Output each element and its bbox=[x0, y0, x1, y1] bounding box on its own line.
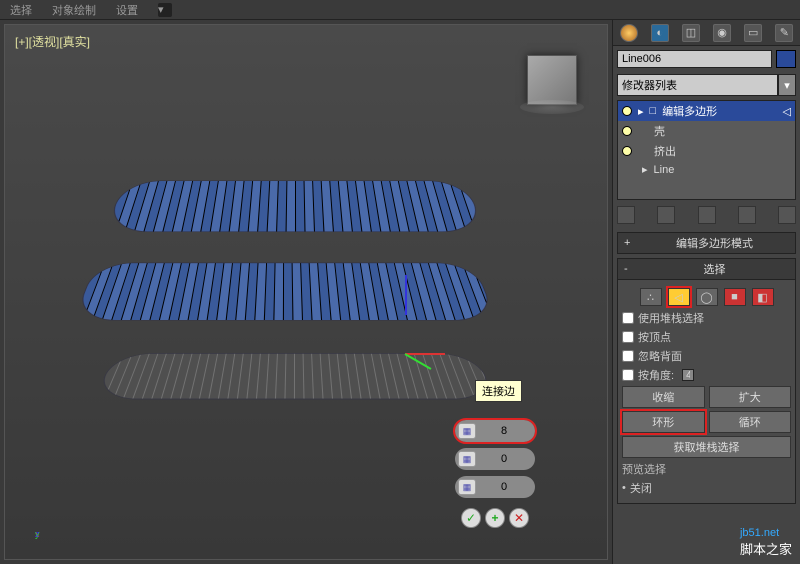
spinner-up-icon[interactable]: ▦ bbox=[458, 479, 476, 495]
display-tab-icon[interactable]: ▭ bbox=[744, 24, 762, 42]
eye-icon[interactable] bbox=[622, 146, 632, 156]
expand-icon[interactable]: ▸ bbox=[642, 163, 648, 176]
caddy-spinner-panel: ▦ 8 ▦ 0 ▦ 0 ✓ + ✕ bbox=[455, 420, 535, 528]
spinner-segments[interactable]: ▦ 8 bbox=[455, 420, 535, 442]
stack-item-extrude[interactable]: 挤出 bbox=[618, 141, 795, 161]
subobj-border[interactable]: ◯ bbox=[696, 288, 718, 306]
grow-button[interactable]: 扩大 bbox=[709, 386, 792, 408]
remove-modifier-icon[interactable] bbox=[738, 206, 756, 224]
stack-item-line[interactable]: ▸ Line bbox=[618, 161, 795, 178]
utilities-tab-icon[interactable]: ✎ bbox=[775, 24, 793, 42]
caddy-cancel-button[interactable]: ✕ bbox=[509, 508, 529, 528]
eye-icon[interactable] bbox=[622, 106, 632, 116]
object-color-swatch[interactable] bbox=[776, 50, 796, 68]
plus-icon: + bbox=[624, 237, 634, 249]
menu-objpaint[interactable]: 对象绘制 bbox=[52, 2, 96, 18]
subobj-element[interactable]: ◧ bbox=[752, 288, 774, 306]
subobj-edge[interactable]: ◁ bbox=[668, 288, 690, 306]
toolbar-dropdown-icon[interactable]: ▾ bbox=[158, 3, 172, 17]
pin-stack-icon[interactable] bbox=[617, 206, 635, 224]
create-tab-icon[interactable] bbox=[620, 24, 638, 42]
modify-tab-icon[interactable]: ◐ bbox=[651, 24, 669, 42]
transform-gizmo[interactable] bbox=[375, 325, 435, 385]
menubar: 选择 对象绘制 设置 ▾ bbox=[0, 0, 800, 20]
object-name-input[interactable] bbox=[617, 50, 772, 68]
check-use-stack[interactable] bbox=[622, 312, 634, 324]
expand-icon[interactable]: ▸ bbox=[638, 105, 644, 118]
make-unique-icon[interactable] bbox=[698, 206, 716, 224]
show-end-result-icon[interactable] bbox=[657, 206, 675, 224]
modifier-stack[interactable]: ▸ □ 编辑多边形 ◁ 壳 挤出 ▸ Li bbox=[617, 100, 796, 200]
spinner-value[interactable]: 8 bbox=[476, 425, 532, 437]
spinner-up-icon[interactable]: ▦ bbox=[458, 423, 476, 439]
menu-select[interactable]: 选择 bbox=[10, 2, 32, 18]
tooltip-connect-edges: 连接边 bbox=[475, 380, 522, 402]
axis-tripod: x y z bbox=[35, 499, 75, 539]
stack-item-editpoly[interactable]: ▸ □ 编辑多边形 ◁ bbox=[618, 101, 795, 121]
spinner-pinch[interactable]: ▦ 0 bbox=[455, 448, 535, 470]
check-ignore-back[interactable] bbox=[622, 350, 634, 362]
rollout-selection[interactable]: - 选择 bbox=[617, 258, 796, 280]
caddy-apply-button[interactable]: + bbox=[485, 508, 505, 528]
spinner-up-icon[interactable]: ▦ bbox=[458, 451, 476, 467]
viewcube[interactable] bbox=[527, 55, 577, 105]
caddy-ok-button[interactable]: ✓ bbox=[461, 508, 481, 528]
command-panel: ◐ ◫ ◉ ▭ ✎ 修改器列表 ▾ ▸ □ 编辑多边形 ◁ bbox=[612, 20, 800, 564]
spinner-slide[interactable]: ▦ 0 bbox=[455, 476, 535, 498]
shrink-button[interactable]: 收缩 bbox=[622, 386, 705, 408]
ring-button[interactable]: 环形 bbox=[622, 411, 705, 433]
menu-settings[interactable]: 设置 bbox=[116, 2, 138, 18]
loop-button[interactable]: 循环 bbox=[709, 411, 792, 433]
viewport-label[interactable]: [+][透视][真实] bbox=[15, 33, 90, 50]
stack-item-shell[interactable]: 壳 bbox=[618, 121, 795, 141]
viewport[interactable]: [+][透视][真实] x y z 连接边 bbox=[5, 25, 607, 559]
subobj-vertex[interactable]: ∴ bbox=[640, 288, 662, 306]
motion-tab-icon[interactable]: ◉ bbox=[713, 24, 731, 42]
dropdown-arrow-icon[interactable]: ▾ bbox=[778, 74, 796, 96]
hierarchy-tab-icon[interactable]: ◫ bbox=[682, 24, 700, 42]
command-panel-tabs: ◐ ◫ ◉ ▭ ✎ bbox=[613, 20, 800, 46]
modifier-list-dropdown[interactable]: 修改器列表 bbox=[617, 74, 778, 96]
subobj-polygon[interactable]: ■ bbox=[724, 288, 746, 306]
configure-sets-icon[interactable] bbox=[778, 206, 796, 224]
get-stack-sel-button[interactable]: 获取堆栈选择 bbox=[622, 436, 791, 458]
eye-icon[interactable] bbox=[622, 126, 632, 136]
check-by-angle[interactable] bbox=[622, 369, 634, 381]
minus-icon: - bbox=[624, 263, 634, 275]
rollout-editpoly-mode[interactable]: + 编辑多边形模式 bbox=[617, 232, 796, 254]
spinner-value[interactable]: 0 bbox=[476, 481, 532, 493]
spinner-value[interactable]: 0 bbox=[476, 453, 532, 465]
angle-input[interactable] bbox=[682, 369, 694, 381]
check-by-vertex[interactable] bbox=[622, 331, 634, 343]
3d-model bbox=[75, 165, 505, 465]
